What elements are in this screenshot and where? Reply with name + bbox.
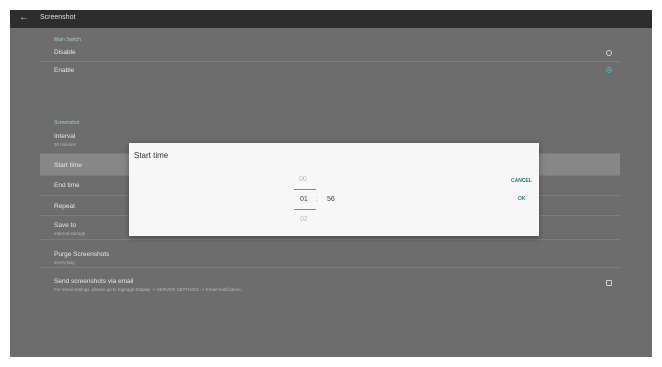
- enable-radio[interactable]: [606, 67, 612, 73]
- row-enable[interactable]: Enable: [40, 62, 620, 80]
- start-time-title: Start time: [54, 162, 82, 169]
- purge-title: Purge Screenshots: [54, 251, 110, 258]
- page-title: Screenshot: [40, 14, 76, 21]
- email-title: Send screenshots via email: [54, 278, 134, 285]
- disable-radio[interactable]: [606, 50, 612, 56]
- section-main-switch: Main Switch: [54, 37, 81, 43]
- hour-line-bottom: [294, 209, 316, 210]
- row-disable[interactable]: Disable: [40, 44, 620, 62]
- time-separator: :: [316, 196, 318, 203]
- end-time-title: End time: [54, 182, 80, 189]
- start-time-dialog: Start time 00 01 : 56 02 CANCEL OK: [129, 143, 539, 236]
- disable-label: Disable: [54, 49, 76, 56]
- save-to-title: Save to: [54, 222, 77, 229]
- cancel-button[interactable]: CANCEL: [511, 178, 532, 184]
- repeat-title: Repeat: [54, 203, 75, 210]
- top-bar: ← Screenshot: [10, 10, 652, 28]
- hour-line-top: [294, 189, 316, 190]
- section-screenshot: Screenshot: [54, 120, 80, 126]
- row-email[interactable]: Send screenshots via email For email set…: [40, 268, 620, 294]
- purge-value: Every Day: [54, 260, 75, 265]
- save-to-value: Internal storage: [54, 231, 86, 236]
- dialog-title: Start time: [134, 151, 169, 160]
- email-checkbox[interactable]: [606, 280, 612, 286]
- email-value: For email settings, please go to Signage…: [54, 287, 242, 292]
- hour-next[interactable]: 02: [300, 216, 308, 223]
- interval-value: 30 minutes: [54, 142, 77, 147]
- back-arrow-icon[interactable]: ←: [19, 12, 29, 23]
- minute-value[interactable]: 56: [327, 196, 335, 203]
- row-purge[interactable]: Purge Screenshots Every Day: [40, 240, 620, 268]
- hour-prev[interactable]: 00: [299, 176, 307, 183]
- ok-button[interactable]: OK: [518, 196, 526, 202]
- hour-value[interactable]: 01: [300, 196, 308, 203]
- enable-label: Enable: [54, 67, 75, 74]
- interval-title: Interval: [54, 133, 76, 140]
